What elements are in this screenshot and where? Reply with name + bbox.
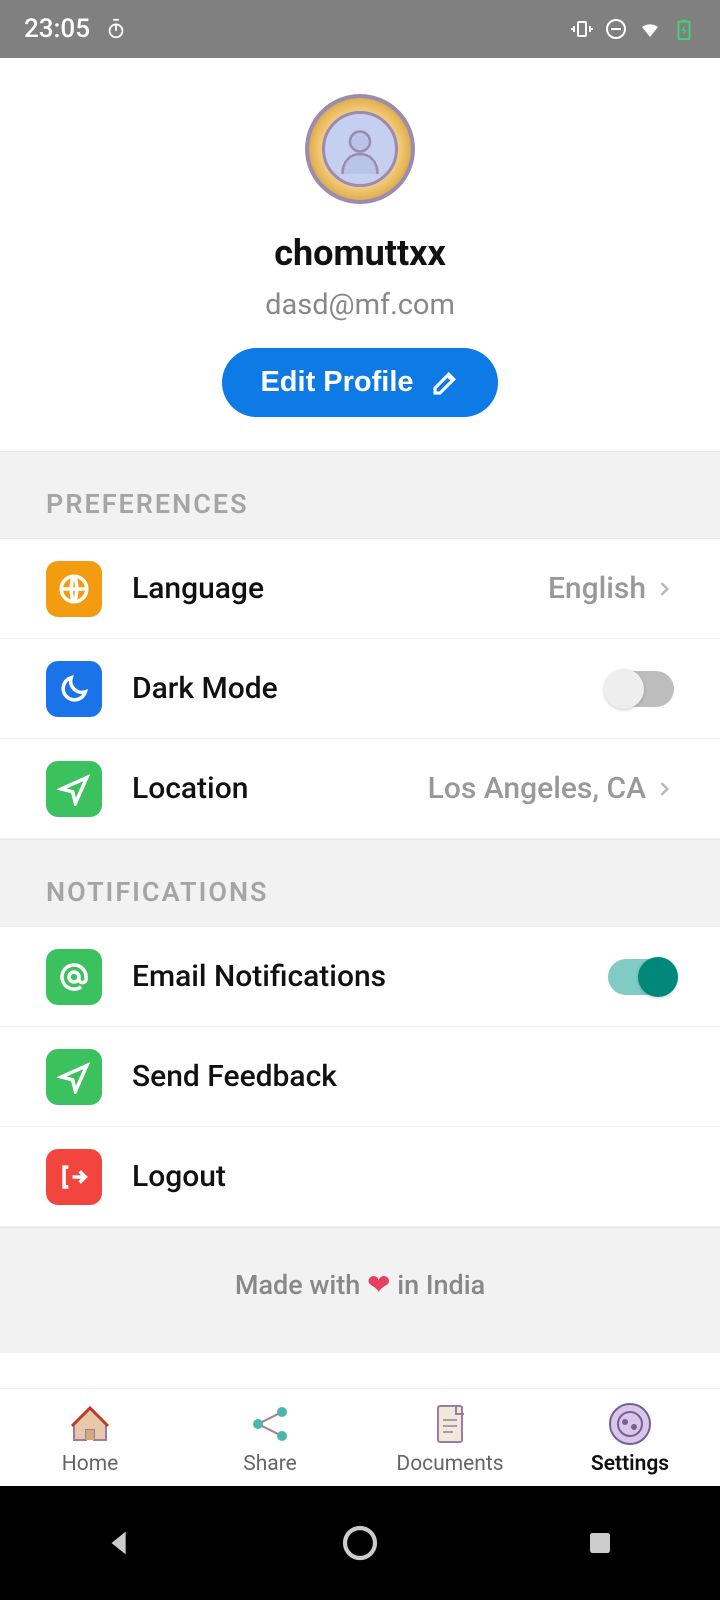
profile-section: chomuttxx dasd@mf.com Edit Profile <box>0 58 720 451</box>
tab-share-label: Share <box>243 1452 297 1476</box>
location-row[interactable]: Location Los Angeles, CA <box>0 739 720 839</box>
language-value: English <box>548 571 646 606</box>
location-label: Location <box>132 771 428 806</box>
email-notifications-toggle[interactable] <box>608 959 674 995</box>
wifi-icon <box>638 17 662 41</box>
edit-profile-label: Edit Profile <box>260 366 413 399</box>
logout-row[interactable]: Logout <box>0 1127 720 1227</box>
preferences-title: PREFERENCES <box>46 488 674 520</box>
at-sign-icon <box>46 949 102 1005</box>
preferences-header: PREFERENCES <box>0 451 720 539</box>
send-feedback-label: Send Feedback <box>132 1059 674 1094</box>
email-notifications-label: Email Notifications <box>132 959 608 994</box>
dark-mode-label: Dark Mode <box>132 671 608 706</box>
tab-settings[interactable]: Settings <box>540 1389 720 1486</box>
status-bar: 23:05 <box>0 0 720 58</box>
profile-email: dasd@mf.com <box>0 288 720 322</box>
email-notifications-row[interactable]: Email Notifications <box>0 927 720 1027</box>
globe-icon <box>46 561 102 617</box>
dnd-icon <box>604 17 628 41</box>
document-icon <box>426 1400 474 1448</box>
tab-home[interactable]: Home <box>0 1389 180 1486</box>
tab-share[interactable]: Share <box>180 1389 360 1486</box>
tab-settings-label: Settings <box>591 1452 669 1476</box>
tab-bar: Home Share Documents Settings <box>0 1388 720 1486</box>
status-time: 23:05 <box>24 14 90 44</box>
vibrate-icon <box>570 17 594 41</box>
send-feedback-row[interactable]: Send Feedback <box>0 1027 720 1127</box>
footer-suffix: in India <box>390 1269 485 1301</box>
dark-mode-row[interactable]: Dark Mode <box>0 639 720 739</box>
tab-home-label: Home <box>62 1452 119 1476</box>
nav-back-button[interactable] <box>98 1521 142 1565</box>
tab-documents[interactable]: Documents <box>360 1389 540 1486</box>
language-label: Language <box>132 571 548 606</box>
home-icon <box>66 1400 114 1448</box>
notifications-title: NOTIFICATIONS <box>46 876 674 908</box>
system-nav-bar <box>0 1486 720 1600</box>
settings-gear-icon <box>606 1400 654 1448</box>
location-value: Los Angeles, CA <box>428 771 646 806</box>
footer-prefix: Made with <box>235 1269 367 1301</box>
nav-home-button[interactable] <box>338 1521 382 1565</box>
edit-icon <box>430 368 460 398</box>
heart-icon: ❤ <box>367 1268 390 1301</box>
navigation-icon <box>46 761 102 817</box>
moon-icon <box>46 661 102 717</box>
avatar-person-icon <box>335 124 385 174</box>
logout-label: Logout <box>132 1159 674 1194</box>
language-row[interactable]: Language English <box>0 539 720 639</box>
dark-mode-toggle[interactable] <box>608 671 674 707</box>
battery-charging-icon <box>672 17 696 41</box>
footer-text: Made with ❤ in India <box>0 1227 720 1353</box>
share-icon <box>246 1400 294 1448</box>
tab-documents-label: Documents <box>396 1452 503 1476</box>
logout-icon <box>46 1149 102 1205</box>
send-icon <box>46 1049 102 1105</box>
profile-username: chomuttxx <box>0 232 720 274</box>
chevron-right-icon <box>654 779 674 799</box>
avatar[interactable] <box>305 94 415 204</box>
chevron-right-icon <box>654 579 674 599</box>
nav-recent-button[interactable] <box>578 1521 622 1565</box>
notifications-header: NOTIFICATIONS <box>0 839 720 927</box>
timer-icon <box>104 17 128 41</box>
edit-profile-button[interactable]: Edit Profile <box>222 348 497 417</box>
